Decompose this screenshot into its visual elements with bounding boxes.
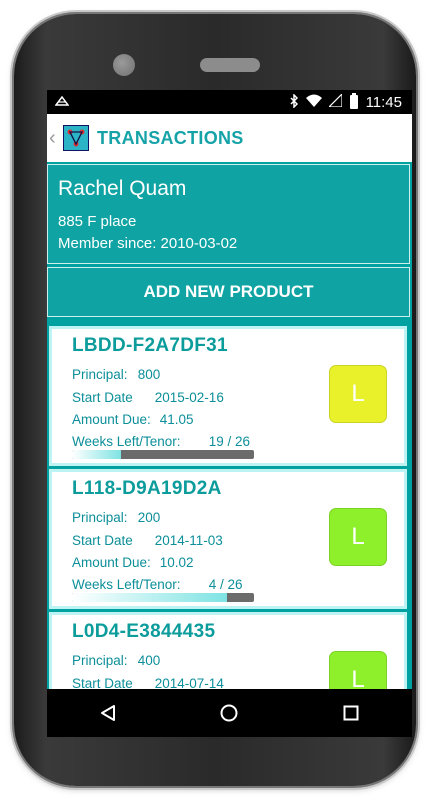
start-date-value: 2015-02-16 <box>154 390 224 405</box>
transaction-card[interactable]: L118-D9A19D2A Principal: 200 Start Date … <box>49 469 407 609</box>
amount-due-value: 41.05 <box>159 412 194 427</box>
start-date-value: 2014-11-03 <box>154 533 223 548</box>
battery-icon <box>349 93 358 109</box>
start-date-label: Start Date <box>72 390 133 405</box>
principal-label: Principal: <box>72 653 128 668</box>
nav-back-triangle-icon[interactable] <box>88 693 128 733</box>
nav-home-circle-icon[interactable] <box>209 693 249 733</box>
amount-due-label: Amount Due: <box>72 412 151 427</box>
weeks-progress-bar <box>72 593 254 602</box>
weeks-left-row: Weeks Left/Tenor: 4 / 26 <box>72 577 243 592</box>
principal-value: 400 <box>137 653 161 668</box>
wifi-icon <box>305 94 322 110</box>
front-camera <box>113 54 135 76</box>
weeks-progress-bar <box>72 450 254 459</box>
weeks-left-label: Weeks Left/Tenor: <box>72 434 181 449</box>
app-bar: ‹ TRANSACTIONS <box>47 114 412 162</box>
transaction-card[interactable]: LBDD-F2A7DF31 Principal: 800 Start Date … <box>49 326 407 466</box>
principal-value: 800 <box>137 367 161 382</box>
principal-row: Principal: 400 <box>72 653 160 668</box>
weeks-left-value: 19 / 26 <box>208 434 251 449</box>
earpiece-speaker <box>200 58 260 72</box>
status-bar: 11:45 <box>47 90 412 114</box>
transaction-list[interactable]: LBDD-F2A7DF31 Principal: 800 Start Date … <box>47 319 412 712</box>
principal-row: Principal: 800 <box>72 367 160 382</box>
nav-recents-square-icon[interactable] <box>331 693 371 733</box>
customer-address: 885 F place <box>58 213 137 230</box>
loan-type-badge[interactable]: L <box>329 365 387 423</box>
principal-label: Principal: <box>72 367 128 382</box>
weeks-progress-fill <box>72 593 227 602</box>
transaction-code: LBDD-F2A7DF31 <box>72 335 228 356</box>
weeks-left-row: Weeks Left/Tenor: 19 / 26 <box>72 434 250 449</box>
amount-due-row: Amount Due: 41.05 <box>72 412 194 427</box>
clock: 11:45 <box>365 93 402 111</box>
start-date-label: Start Date <box>72 533 133 548</box>
notification-icon <box>54 94 70 111</box>
principal-label: Principal: <box>72 510 128 525</box>
page-title: TRANSACTIONS <box>97 127 244 148</box>
add-new-product-button[interactable]: ADD NEW PRODUCT <box>47 267 410 317</box>
amount-due-label: Amount Due: <box>72 555 151 570</box>
member-since: Member since: 2010-03-02 <box>58 235 238 252</box>
amount-due-value: 10.02 <box>159 555 194 570</box>
weeks-left-label: Weeks Left/Tenor: <box>72 577 181 592</box>
customer-info-panel: Rachel Quam 885 F place Member since: 20… <box>47 164 410 264</box>
weeks-left-value: 4 / 26 <box>208 577 243 592</box>
signal-icon <box>327 92 343 110</box>
app-logo-icon <box>63 125 89 151</box>
transaction-code: L118-D9A19D2A <box>72 478 222 499</box>
loan-type-badge[interactable]: L <box>329 508 387 566</box>
principal-row: Principal: 200 <box>72 510 160 525</box>
principal-value: 200 <box>137 510 161 525</box>
screen: 11:45 ‹ TRANSACTIONS Rachel Quam 885 F p… <box>47 90 412 737</box>
back-chevron-icon[interactable]: ‹ <box>49 127 59 150</box>
navigation-bar <box>47 689 412 737</box>
weeks-progress-fill <box>72 450 122 459</box>
bluetooth-icon <box>289 92 299 111</box>
customer-name: Rachel Quam <box>58 177 187 200</box>
start-date-row: Start Date 2015-02-16 <box>72 390 224 405</box>
amount-due-row: Amount Due: 10.02 <box>72 555 194 570</box>
start-date-row: Start Date 2014-11-03 <box>72 533 223 548</box>
transaction-code: L0D4-E3844435 <box>72 621 216 642</box>
phone-frame: 11:45 ‹ TRANSACTIONS Rachel Quam 885 F p… <box>14 14 416 786</box>
